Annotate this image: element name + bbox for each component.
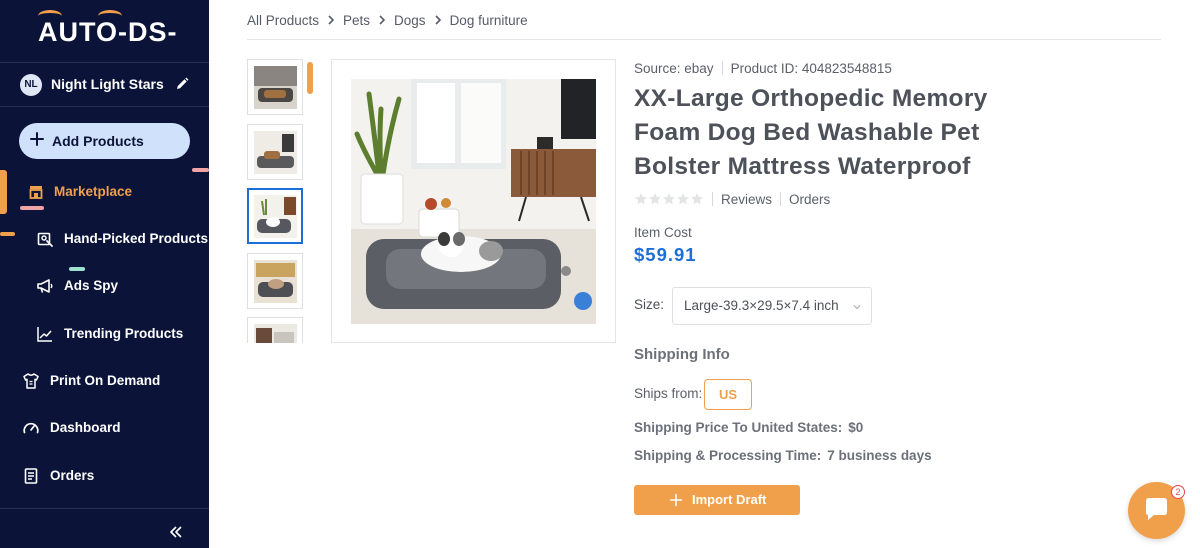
breadcrumb-item-dogs[interactable]: Dogs: [394, 13, 426, 28]
sidebar-item-label: Trending Products: [64, 326, 184, 341]
breadcrumb-item-dog-furniture[interactable]: Dog furniture: [450, 13, 528, 28]
item-cost-label: Item Cost: [634, 225, 692, 240]
shipping-time-value: 7 business days: [827, 448, 932, 463]
product-thumbnail-image: [254, 131, 297, 174]
product-id: Product ID: 404823548815: [730, 60, 892, 76]
product-thumbnail[interactable]: [247, 124, 303, 180]
sidebar-item-hand-picked-products[interactable]: Hand-Picked Products: [0, 219, 209, 259]
size-select[interactable]: Large-39.3×29.5×7.4 inch: [672, 287, 872, 325]
plus-icon: [669, 493, 683, 507]
sidebar-divider: [0, 508, 209, 509]
main-product-image[interactable]: [331, 59, 616, 343]
chevron-down-icon: [853, 305, 861, 310]
sidebar-item-marketplace[interactable]: Marketplace: [0, 172, 209, 212]
product-photo: [351, 79, 596, 324]
store-name: Night Light Stars: [51, 76, 164, 92]
import-draft-button[interactable]: Import Draft: [634, 485, 800, 515]
thumbnail-scrollbar[interactable]: [307, 62, 313, 94]
product-thumbnail-selected[interactable]: [247, 188, 303, 244]
plus-icon: [30, 132, 44, 146]
user-row[interactable]: NL Night Light Stars: [0, 66, 209, 104]
sidebar-item-label: Dashboard: [50, 420, 121, 435]
sidebar-divider: [0, 106, 209, 107]
chat-bubble-icon: [1146, 498, 1167, 520]
store-icon: [29, 186, 43, 199]
ships-from-label: Ships from:: [634, 386, 703, 401]
logo-arc: [98, 10, 122, 22]
size-label: Size:: [634, 297, 665, 312]
sidebar-item-label: Hand-Picked Products: [64, 231, 209, 246]
breadcrumb-item-all-products[interactable]: All Products: [247, 13, 319, 28]
sidebar: AUTO-DS- NL Night Light Stars Add Produc…: [0, 0, 209, 548]
star-icon: [663, 193, 675, 205]
reviews-label: Reviews: [721, 191, 773, 207]
chevron-right-icon: [434, 15, 441, 25]
orders-label: Orders: [789, 191, 831, 207]
sidebar-divider: [0, 62, 209, 63]
product-thumbnail[interactable]: [247, 253, 303, 309]
autods-logo[interactable]: AUTO-DS-: [38, 10, 178, 50]
import-draft-label: Import Draft: [692, 492, 767, 507]
chevron-right-icon: [379, 15, 386, 25]
product-thumbnail-image: [254, 66, 297, 109]
rating-row: Reviews Orders: [634, 190, 830, 208]
megaphone-icon: [37, 279, 53, 293]
sidebar-item-label: Marketplace: [54, 184, 133, 199]
chevron-right-icon: [328, 15, 335, 25]
breadcrumb: All Products Pets Dogs Dog furniture: [247, 11, 528, 29]
sidebar-item-dashboard[interactable]: Dashboard: [0, 408, 209, 448]
item-cost-value: $59.91: [634, 244, 697, 265]
product-thumbnail-image: [254, 324, 297, 343]
star-icon: [635, 193, 647, 205]
logo-arc: [38, 10, 62, 22]
sidebar-item-label: Print On Demand: [50, 373, 161, 388]
shipping-info-heading: Shipping Info: [634, 346, 730, 363]
avatar: NL: [20, 74, 42, 96]
meta-separator: [780, 192, 782, 206]
sidebar-item-print-on-demand[interactable]: Print On Demand: [0, 361, 209, 401]
shipping-time-label: Shipping & Processing Time:: [634, 448, 822, 463]
product-thumbnail[interactable]: [247, 59, 303, 115]
collapse-sidebar-icon[interactable]: [166, 522, 186, 542]
star-rating: [634, 192, 704, 206]
trending-chart-icon: [37, 327, 52, 342]
product-thumbnail-image: [254, 260, 297, 303]
sidebar-item-trending-products[interactable]: Trending Products: [0, 314, 209, 354]
thumbnail-strip[interactable]: [247, 59, 304, 343]
product-title: XX-Large Orthopedic Memory Foam Dog Bed …: [634, 85, 988, 180]
star-icon: [691, 193, 703, 205]
gauge-icon: [23, 422, 39, 434]
product-thumbnail-image: [254, 195, 297, 238]
hand-picked-icon: [37, 232, 53, 247]
product-source: Source: ebay: [634, 60, 714, 76]
ships-from-country-button[interactable]: US: [704, 379, 752, 410]
receipt-icon: [24, 468, 38, 484]
size-selected-value: Large-39.3×29.5×7.4 inch: [684, 298, 839, 313]
shipping-price-row: Shipping Price To United States: $0: [634, 420, 863, 435]
meta-separator: [712, 192, 713, 206]
shipping-price-label: Shipping Price To United States:: [634, 420, 843, 435]
edit-pencil-icon[interactable]: [175, 77, 189, 91]
shipping-price-value: $0: [848, 420, 864, 435]
product-thumbnail[interactable]: [247, 317, 303, 343]
sidebar-item-ads-spy[interactable]: Ads Spy: [0, 266, 209, 306]
chat-notification-badge: 2: [1171, 485, 1185, 499]
product-meta-row: Source: ebay Product ID: 404823548815: [634, 59, 892, 77]
meta-separator: [721, 61, 723, 75]
add-products-label: Add Products: [52, 133, 144, 149]
star-icon: [677, 193, 689, 205]
header-divider: [247, 39, 1161, 40]
sidebar-item-label: Orders: [50, 468, 95, 483]
sidebar-item-label: Ads Spy: [64, 278, 119, 293]
breadcrumb-item-pets[interactable]: Pets: [343, 13, 370, 28]
tshirt-icon: [23, 373, 39, 389]
sidebar-item-orders[interactable]: Orders: [0, 456, 209, 496]
app-root: AUTO-DS- NL Night Light Stars Add Produc…: [0, 0, 1200, 548]
add-products-button[interactable]: Add Products: [19, 123, 190, 159]
star-icon: [649, 193, 661, 205]
shipping-time-row: Shipping & Processing Time: 7 business da…: [634, 448, 932, 463]
